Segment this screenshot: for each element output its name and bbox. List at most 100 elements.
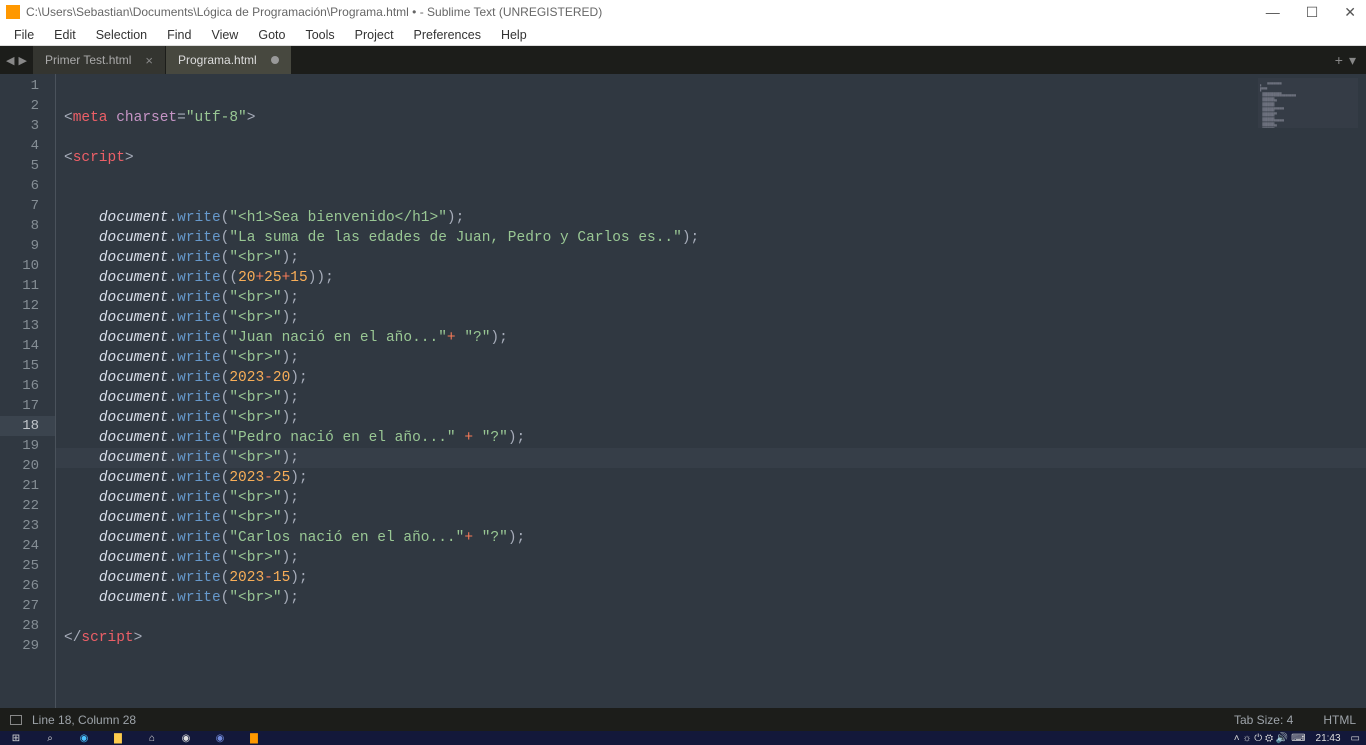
notification-icon[interactable]: ▭ (1351, 733, 1360, 744)
code-line[interactable]: document.write("<br>"); (56, 548, 1366, 568)
line-number: 15 (0, 356, 55, 376)
menu-file[interactable]: File (4, 26, 44, 44)
code-line[interactable]: document.write("<br>"); (56, 508, 1366, 528)
tab-label: Primer Test.html (45, 53, 131, 67)
tab-programa[interactable]: Programa.html (166, 46, 292, 74)
tab-nav-arrows[interactable]: ◀ ▶ (0, 46, 33, 74)
tab-primer-test[interactable]: Primer Test.html × (33, 46, 166, 74)
code-line[interactable]: <script> (56, 148, 1366, 168)
code-line[interactable] (56, 168, 1366, 188)
line-number: 23 (0, 516, 55, 536)
app-icon (6, 5, 20, 19)
windows-taskbar[interactable]: ⊞ ⌕ ◉ ▇ ⌂ ◉ ◉ ▇ ˄ ☼ ⏻ ⚙ 🔊 ⌨ 21:43 ▭ (0, 731, 1366, 745)
tab-label: Programa.html (178, 53, 257, 67)
nav-prev-icon[interactable]: ◀ (6, 54, 14, 67)
explorer-icon[interactable]: ▇ (108, 733, 128, 743)
line-number: 14 (0, 336, 55, 356)
title-bar: C:\Users\Sebastian\Documents\Lógica de P… (0, 0, 1366, 24)
code-line[interactable]: document.write("<br>"); (56, 408, 1366, 428)
code-line[interactable]: document.write("<br>"); (56, 248, 1366, 268)
code-line[interactable] (56, 128, 1366, 148)
line-number: 25 (0, 556, 55, 576)
line-number: 4 (0, 136, 55, 156)
tab-controls-right: + ▾ (1325, 46, 1366, 74)
line-number-gutter: 1234567891011121314151617181920212223242… (0, 74, 55, 708)
nav-next-icon[interactable]: ▶ (18, 54, 26, 67)
menu-bar: File Edit Selection Find View Goto Tools… (0, 24, 1366, 46)
close-button[interactable]: ✕ (1340, 4, 1360, 21)
code-line[interactable]: document.write("Juan nació en el año..."… (56, 328, 1366, 348)
code-line[interactable]: document.write("<br>"); (56, 388, 1366, 408)
menu-goto[interactable]: Goto (248, 26, 295, 44)
line-number: 7 (0, 196, 55, 216)
code-line[interactable]: document.write(2023-15); (56, 568, 1366, 588)
code-line[interactable]: <meta charset="utf-8"> (56, 108, 1366, 128)
code-line[interactable]: document.write("<br>"); (56, 488, 1366, 508)
line-number: 3 (0, 116, 55, 136)
line-number: 20 (0, 456, 55, 476)
editor[interactable]: 1234567891011121314151617181920212223242… (0, 74, 1366, 708)
tab-close-icon[interactable]: × (145, 53, 153, 68)
chrome-icon[interactable]: ◉ (176, 733, 196, 743)
code-line[interactable]: document.write("La suma de las edades de… (56, 228, 1366, 248)
menu-help[interactable]: Help (491, 26, 537, 44)
line-number: 10 (0, 256, 55, 276)
line-number: 12 (0, 296, 55, 316)
minimize-button[interactable]: — (1262, 4, 1284, 21)
code-line[interactable]: document.write("<br>"); (56, 348, 1366, 368)
line-number: 5 (0, 156, 55, 176)
code-line[interactable] (56, 188, 1366, 208)
code-line[interactable]: document.write((20+25+15)); (56, 268, 1366, 288)
maximize-button[interactable]: ☐ (1302, 4, 1323, 21)
code-line[interactable] (56, 668, 1366, 688)
menu-edit[interactable]: Edit (44, 26, 86, 44)
tab-bar: ◀ ▶ Primer Test.html × Programa.html + ▾ (0, 46, 1366, 74)
edge-icon[interactable]: ◉ (74, 733, 94, 743)
menu-view[interactable]: View (201, 26, 248, 44)
code-line[interactable]: document.write("<br>"); (56, 288, 1366, 308)
line-number: 13 (0, 316, 55, 336)
code-line[interactable]: document.write("Pedro nació en el año...… (56, 428, 1366, 448)
line-number: 9 (0, 236, 55, 256)
minimap[interactable]: ████████████████████ ████████████████ ██… (1258, 78, 1358, 128)
start-button[interactable]: ⊞ (6, 733, 26, 743)
menu-project[interactable]: Project (345, 26, 404, 44)
code-line[interactable]: document.write(2023-25); (56, 468, 1366, 488)
code-line[interactable] (56, 648, 1366, 668)
line-number: 21 (0, 476, 55, 496)
code-line[interactable]: </script> (56, 628, 1366, 648)
line-number: 11 (0, 276, 55, 296)
window-title: C:\Users\Sebastian\Documents\Lógica de P… (26, 5, 1262, 19)
taskbar-clock[interactable]: 21:43 (1316, 733, 1341, 744)
line-number: 28 (0, 616, 55, 636)
line-number: 2 (0, 96, 55, 116)
panel-switcher-icon[interactable] (10, 715, 22, 725)
line-number: 18 (0, 416, 55, 436)
code-area[interactable]: <meta charset="utf-8"> <script> document.… (55, 74, 1366, 708)
new-tab-button[interactable]: + (1335, 52, 1343, 68)
code-line[interactable]: document.write("<h1>Sea bienvenido</h1>"… (56, 208, 1366, 228)
code-line[interactable]: document.write("Carlos nació en el año..… (56, 528, 1366, 548)
tab-dirty-icon (271, 56, 279, 64)
code-line[interactable] (56, 608, 1366, 628)
menu-find[interactable]: Find (157, 26, 201, 44)
code-line[interactable]: document.write("<br>"); (56, 588, 1366, 608)
menu-preferences[interactable]: Preferences (404, 26, 491, 44)
tray-icons[interactable]: ˄ ☼ ⏻ ⚙ 🔊 ⌨ (1234, 733, 1306, 744)
code-line[interactable]: document.write("<br>"); (56, 308, 1366, 328)
store-icon[interactable]: ⌂ (142, 733, 162, 743)
code-line[interactable]: document.write(2023-20); (56, 368, 1366, 388)
line-number: 27 (0, 596, 55, 616)
line-number: 29 (0, 636, 55, 656)
menu-tools[interactable]: Tools (295, 26, 344, 44)
search-icon[interactable]: ⌕ (40, 733, 60, 743)
discord-icon[interactable]: ◉ (210, 733, 230, 743)
tab-dropdown-icon[interactable]: ▾ (1349, 52, 1356, 69)
line-number: 6 (0, 176, 55, 196)
line-number: 24 (0, 536, 55, 556)
code-line[interactable]: document.write("<br>"); (56, 448, 1366, 468)
line-number: 8 (0, 216, 55, 236)
menu-selection[interactable]: Selection (86, 26, 157, 44)
sublime-icon[interactable]: ▇ (244, 733, 264, 743)
line-number: 16 (0, 376, 55, 396)
